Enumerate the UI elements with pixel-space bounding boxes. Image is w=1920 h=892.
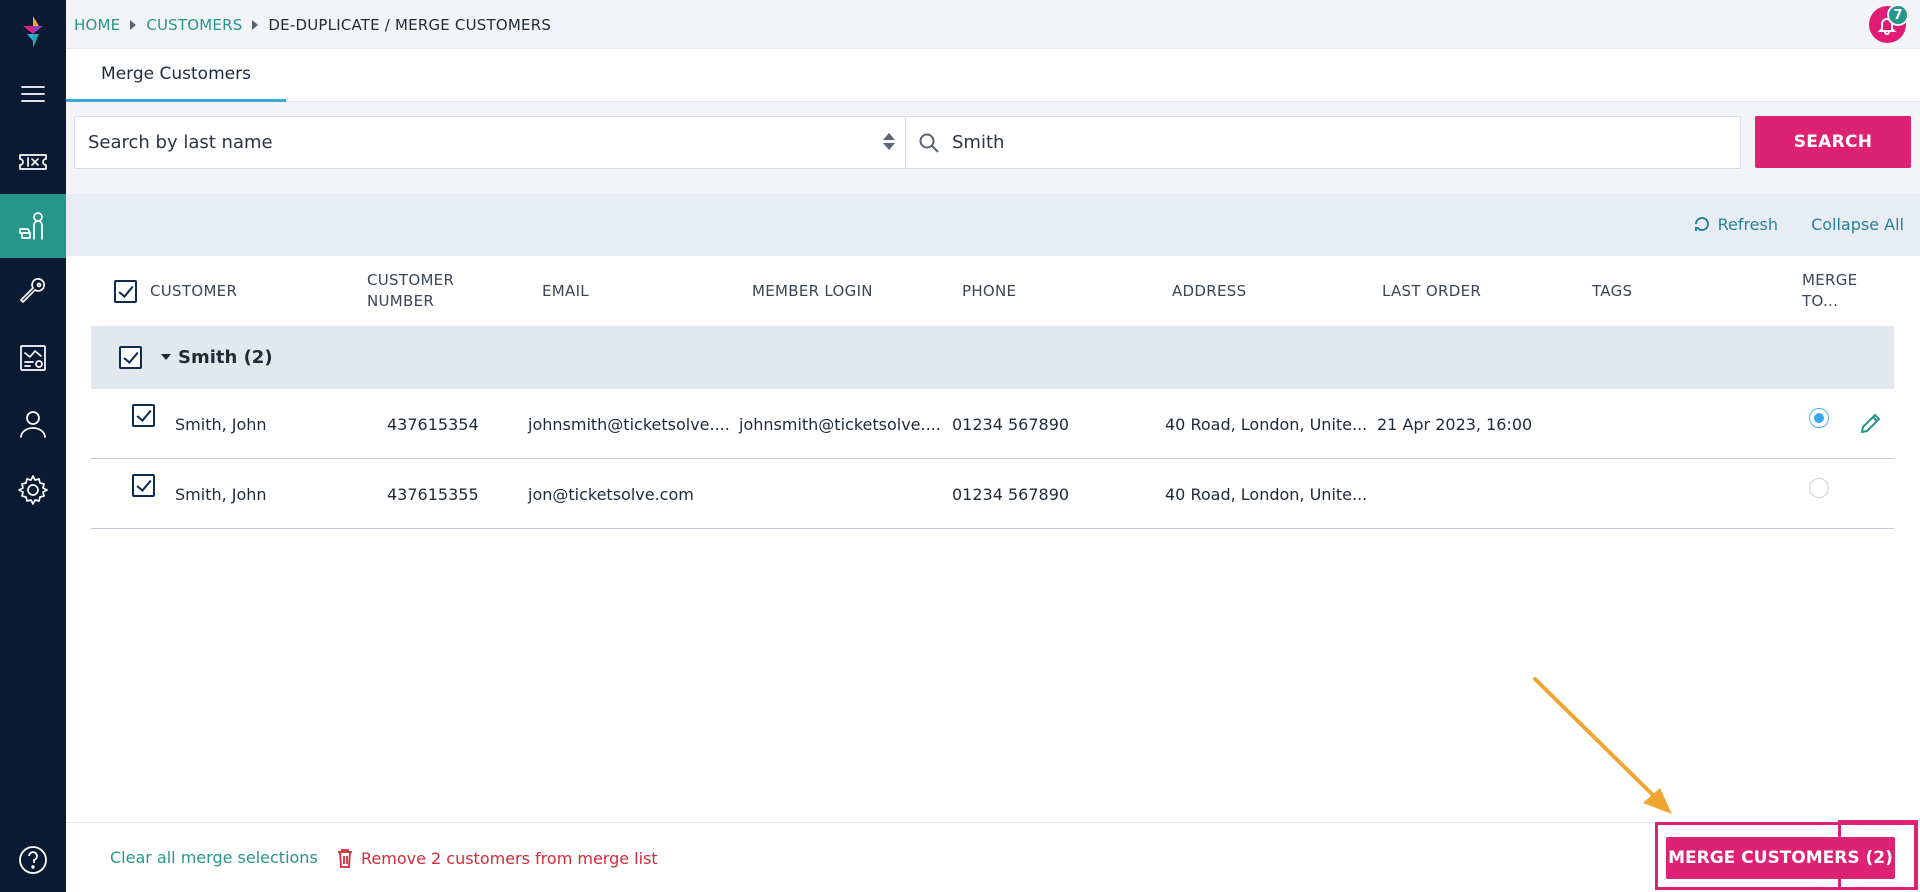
group-expand-caret-icon[interactable] bbox=[161, 354, 171, 360]
cell-email: johnsmith@ticketsolve.... bbox=[528, 414, 730, 434]
results-toolbar: Refresh Collapse All bbox=[66, 194, 1920, 256]
merge-to-radio-selected[interactable] bbox=[1809, 408, 1829, 428]
header-last-order: LAST ORDER bbox=[1382, 281, 1482, 300]
header-customer-number-line1: CUSTOMER bbox=[367, 271, 455, 289]
tab-merge-customers[interactable]: Merge Customers bbox=[66, 49, 286, 102]
row-checkbox[interactable] bbox=[132, 404, 155, 427]
cell-address: 40 Road, London, Unite... bbox=[1165, 484, 1368, 504]
merge-customers-button[interactable]: MERGE CUSTOMERS (2) bbox=[1666, 837, 1895, 879]
top-bar: HOME CUSTOMERS DE-DUPLICATE / MERGE CUST… bbox=[66, 0, 1920, 49]
group-checkbox[interactable] bbox=[119, 346, 142, 369]
cell-email: jon@ticketsolve.com bbox=[528, 484, 694, 504]
header-merge-to: MERGE TO... bbox=[1802, 256, 1857, 326]
notifications-button[interactable]: 7 bbox=[1869, 4, 1909, 43]
group-row: Smith (2) bbox=[91, 326, 1894, 389]
table-header: CUSTOMER CUSTOMER NUMBER EMAIL MEMBER LO… bbox=[91, 256, 1894, 326]
search-mode-value: Search by last name bbox=[88, 132, 273, 153]
cell-address: 40 Road, London, Unite... bbox=[1165, 414, 1368, 434]
edit-pencil-icon[interactable] bbox=[1857, 409, 1885, 437]
search-button[interactable]: SEARCH bbox=[1755, 116, 1911, 168]
header-customer-number: CUSTOMER NUMBER bbox=[367, 256, 454, 326]
breadcrumb-customers[interactable]: CUSTOMERS bbox=[146, 16, 242, 34]
cell-customer-number: 437615355 bbox=[387, 484, 479, 504]
results-panel: Refresh Collapse All CUSTOMER CUSTOMER N… bbox=[66, 194, 1920, 822]
breadcrumb: HOME CUSTOMERS DE-DUPLICATE / MERGE CUST… bbox=[74, 0, 551, 49]
sidebar-item-customers[interactable] bbox=[0, 194, 66, 258]
table-row: Smith, John 437615355 jon@ticketsolve.co… bbox=[91, 459, 1894, 529]
search-bar: Search by last name SEARCH bbox=[66, 102, 1920, 194]
search-field bbox=[906, 116, 1741, 169]
merge-to-radio[interactable] bbox=[1809, 478, 1829, 498]
customers-table: CUSTOMER CUSTOMER NUMBER EMAIL MEMBER LO… bbox=[91, 256, 1894, 529]
refresh-label: Refresh bbox=[1717, 214, 1778, 234]
header-tags: TAGS bbox=[1592, 281, 1633, 300]
select-all-checkbox[interactable] bbox=[114, 280, 137, 303]
cell-phone: 01234 567890 bbox=[952, 414, 1070, 434]
header-merge-to-line1: MERGE bbox=[1802, 271, 1858, 289]
refresh-button[interactable]: Refresh bbox=[1692, 214, 1778, 234]
notification-count-badge: 7 bbox=[1887, 4, 1909, 26]
header-member-login: MEMBER LOGIN bbox=[752, 281, 873, 300]
refresh-icon bbox=[1694, 217, 1709, 232]
footer-bar: Clear all merge selections Remove 2 cust… bbox=[66, 822, 1920, 892]
row-checkbox[interactable] bbox=[132, 474, 155, 497]
cell-customer-name[interactable]: Smith, John bbox=[175, 459, 267, 529]
cell-customer-name[interactable]: Smith, John bbox=[175, 389, 267, 459]
tools-icon[interactable] bbox=[0, 260, 66, 324]
tickets-icon[interactable] bbox=[0, 130, 66, 194]
select-arrows-icon bbox=[883, 133, 895, 150]
tab-bar: Merge Customers bbox=[66, 49, 1920, 102]
breadcrumb-separator-icon bbox=[130, 19, 137, 30]
search-icon bbox=[919, 133, 939, 153]
header-email: EMAIL bbox=[542, 281, 589, 300]
trash-icon bbox=[338, 849, 352, 868]
header-phone: PHONE bbox=[962, 281, 1017, 300]
group-label: Smith (2) bbox=[178, 347, 273, 368]
remove-label: Remove 2 customers from merge list bbox=[361, 848, 658, 868]
cell-member-login: johnsmith@ticketsolve.... bbox=[739, 414, 941, 434]
collapse-all-button[interactable]: Collapse All bbox=[1811, 215, 1904, 234]
search-input[interactable] bbox=[952, 132, 1712, 153]
customer-service-icon bbox=[19, 212, 43, 240]
header-customer: CUSTOMER bbox=[150, 281, 238, 300]
cell-phone: 01234 567890 bbox=[952, 484, 1070, 504]
breadcrumb-home[interactable]: HOME bbox=[74, 16, 120, 34]
breadcrumb-current: DE-DUPLICATE / MERGE CUSTOMERS bbox=[268, 15, 552, 34]
settings-gear-icon[interactable] bbox=[0, 458, 66, 522]
cell-customer-number: 437615354 bbox=[387, 414, 479, 434]
header-merge-to-line2: TO... bbox=[1802, 292, 1839, 310]
table-row: Smith, John 437615354 johnsmith@ticketso… bbox=[91, 389, 1894, 459]
header-customer-number-line2: NUMBER bbox=[367, 292, 435, 310]
remove-from-merge-list-button[interactable]: Remove 2 customers from merge list bbox=[335, 847, 658, 869]
breadcrumb-separator-icon bbox=[252, 19, 259, 30]
search-mode-select[interactable]: Search by last name bbox=[74, 116, 906, 169]
ticketsolve-logo[interactable] bbox=[17, 14, 49, 50]
reports-icon[interactable] bbox=[0, 326, 66, 390]
help-icon[interactable] bbox=[17, 844, 49, 876]
sidebar bbox=[0, 0, 66, 892]
app: HOME CUSTOMERS DE-DUPLICATE / MERGE CUST… bbox=[0, 0, 1920, 892]
header-address: ADDRESS bbox=[1172, 281, 1247, 300]
cell-last-order: 21 Apr 2023, 16:00 bbox=[1377, 414, 1533, 434]
menu-icon[interactable] bbox=[0, 62, 66, 126]
clear-merge-selections-link[interactable]: Clear all merge selections bbox=[110, 848, 318, 867]
user-icon[interactable] bbox=[0, 392, 66, 456]
